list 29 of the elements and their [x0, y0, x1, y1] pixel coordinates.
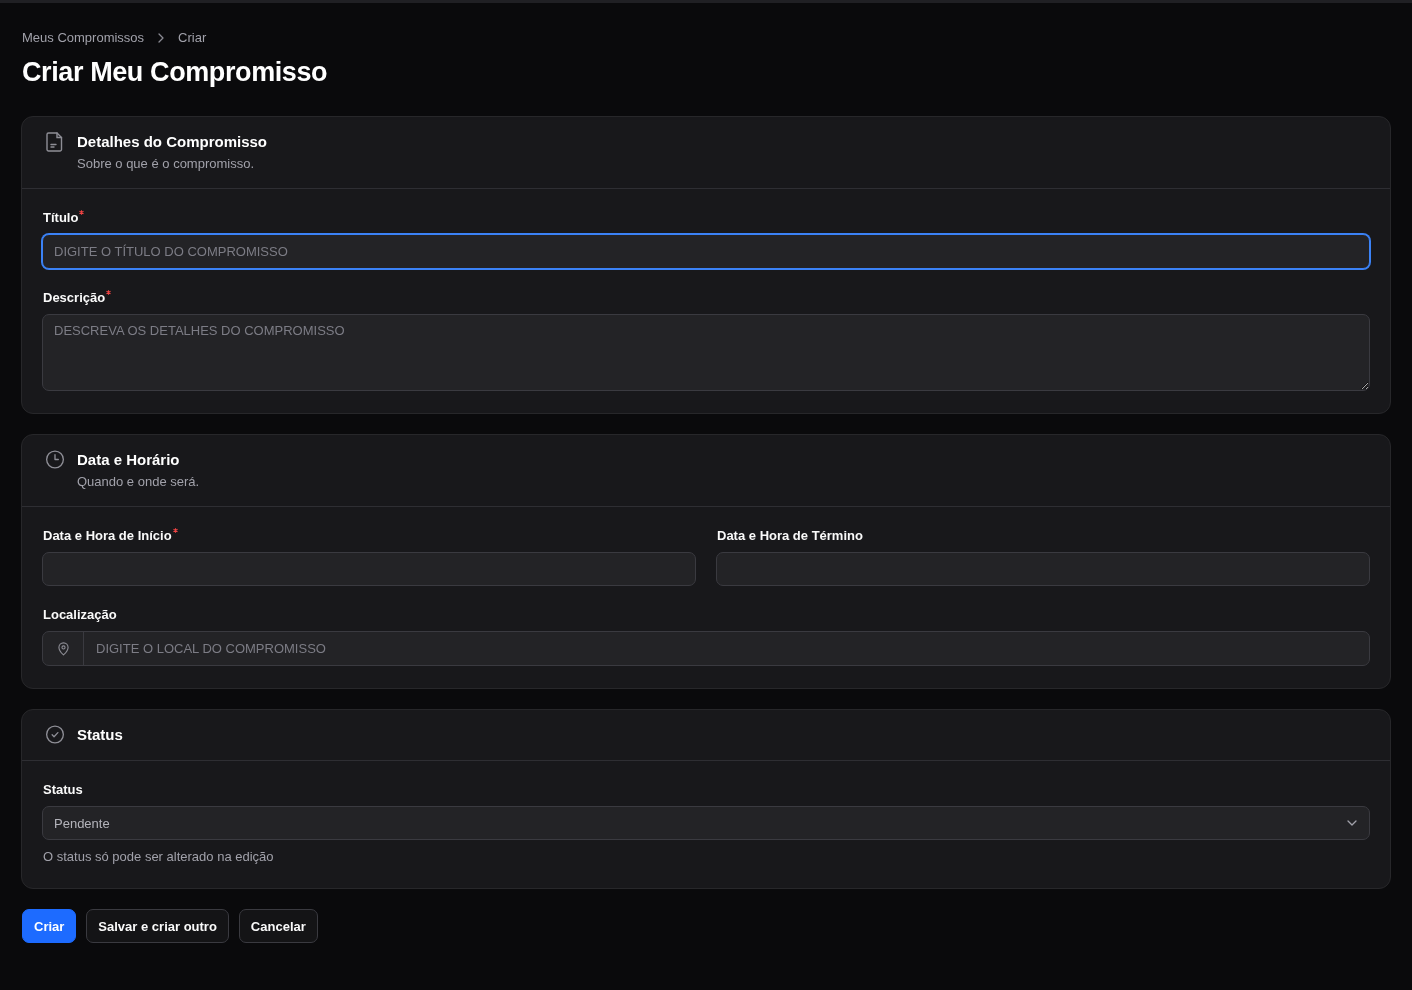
section-title: Detalhes do Compromisso	[77, 132, 268, 152]
field-label: Descrição	[43, 289, 106, 307]
field-label: Título	[43, 209, 79, 227]
section-description: Sobre o que é o compromisso.	[77, 155, 256, 173]
breadcrumb-link[interactable]: Meus Compromissos	[22, 30, 145, 46]
field-label: Data e Hora de Início	[43, 527, 172, 545]
text-input-field[interactable]	[42, 552, 696, 586]
map-pin-icon	[57, 641, 69, 656]
chevron-right-icon	[158, 33, 165, 43]
chevron-down-icon	[1347, 820, 1357, 826]
section-title: Status	[77, 725, 123, 745]
section-title: Data e Horário	[77, 450, 181, 470]
page-title: Criar Meu Compromisso	[22, 56, 329, 89]
document-icon	[45, 132, 65, 152]
textarea-field[interactable]: DESCREVA OS DETALHES DO COMPROMISSO	[42, 314, 1370, 391]
status-select[interactable]: Pendente	[42, 806, 1370, 840]
text-input-field[interactable]: DIGITE O TÍTULO DO COMPROMISSO	[42, 234, 1370, 269]
create-button[interactable]: Criar	[22, 909, 77, 943]
section-description: Quando e onde será.	[77, 473, 200, 491]
check-circle-icon	[45, 725, 65, 744]
field-label: Data e Hora de Término	[717, 527, 863, 545]
action-button[interactable]: Cancelar	[238, 909, 318, 943]
field-label: Status	[43, 781, 83, 799]
action-button[interactable]: Salvar e criar outro	[86, 909, 229, 943]
field-hint: O status só pode ser alterado na edição	[42, 848, 275, 866]
clock-icon	[45, 450, 65, 469]
breadcrumb-link[interactable]: Criar	[178, 30, 207, 46]
text-input-field[interactable]	[716, 552, 1370, 586]
field-label: Localização	[43, 606, 117, 624]
